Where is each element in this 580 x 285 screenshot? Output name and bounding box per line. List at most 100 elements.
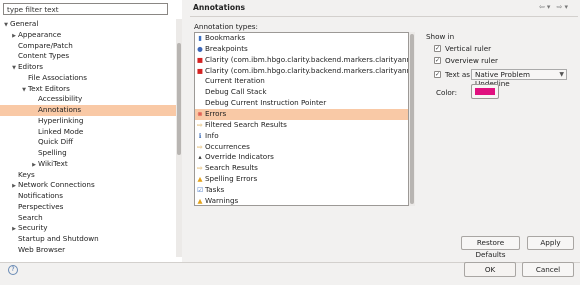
annotation-type-label: Override Indicators	[205, 152, 274, 162]
annotation-type-item[interactable]: ▲ Warnings	[195, 195, 408, 205]
chevron-down-icon: ▼	[559, 71, 564, 78]
tree-item-label: Text Editors	[28, 83, 70, 93]
title-divider	[190, 16, 578, 17]
annotation-type-item[interactable]: Debug Call Stack	[195, 87, 408, 98]
tree-item[interactable]: Linked Mode	[0, 127, 176, 138]
annotation-type-item[interactable]: ⇨ Occurrences	[195, 142, 408, 153]
annotation-type-label: Clarity (com.ibm.hbgo.clarity.backend.ma…	[205, 65, 408, 75]
text-as-checkbox[interactable]: ✓	[434, 71, 441, 78]
tree-item[interactable]: Keys	[0, 170, 176, 181]
vertical-ruler-label: Vertical ruler	[445, 44, 492, 53]
annotation-type-label: Errors	[205, 108, 227, 118]
tree-item[interactable]: ▼ Editors	[0, 62, 176, 73]
annotation-type-label: Bookmarks	[205, 33, 246, 42]
warning-icon: ▲	[197, 196, 203, 205]
help-icon[interactable]: ?	[8, 265, 18, 275]
tree-item[interactable]: Hyperlinking	[0, 116, 176, 127]
tree-item[interactable]: ▶ WikiText	[0, 159, 176, 170]
tree-item-label: Appearance	[18, 29, 62, 39]
annotation-type-label: Tasks	[205, 184, 225, 194]
tree-item[interactable]: Annotations	[0, 105, 176, 116]
annotation-type-item[interactable]: ▲ Spelling Errors	[195, 174, 408, 185]
annotation-type-item[interactable]: ℹ Info	[195, 131, 408, 142]
filter-input[interactable]	[3, 3, 168, 15]
tree-item-label: Linked Mode	[38, 126, 84, 136]
tree-item[interactable]: Startup and Shutdown	[0, 234, 176, 245]
filtered-search-icon: ⇨	[197, 120, 203, 129]
annotation-type-item[interactable]: ⇨ Search Results	[195, 163, 408, 174]
tree-item-label: Spelling	[38, 148, 67, 157]
preferences-tree: ▼ General ▶ Appearance Compare/Patch Content …	[0, 19, 176, 257]
tree-scrollbar-thumb[interactable]	[177, 43, 181, 155]
tree-item-label: Content Types	[18, 51, 70, 61]
tree-item[interactable]: ▼ Text Editors	[0, 84, 176, 95]
annotation-list-scrollbar[interactable]	[409, 32, 415, 206]
annotation-type-item[interactable]: ☑ Tasks	[195, 185, 408, 196]
tree-item[interactable]: ▼ General	[0, 19, 176, 30]
annotation-type-label: Spelling Errors	[205, 174, 258, 184]
tree-item-label: Search	[18, 212, 43, 222]
annotation-type-item[interactable]: ⇨ Filtered Search Results	[195, 120, 408, 131]
tree-item-label: Compare/Patch	[18, 40, 73, 50]
tree-item[interactable]: Web Browser	[0, 245, 176, 256]
info-icon: ℹ	[198, 131, 202, 140]
color-label: Color:	[436, 88, 458, 97]
tree-item-label: Perspectives	[18, 201, 64, 211]
tree-item[interactable]: ▶ Network Connections	[0, 180, 176, 191]
annotation-type-item[interactable]: Debug Current Instruction Pointer	[195, 98, 408, 109]
annotation-type-item[interactable]: ● Breakpoints	[195, 44, 408, 55]
annotation-type-item[interactable]: ■ Clarity (com.ibm.hbgo.clarity.backend.m…	[195, 55, 408, 66]
tree-item[interactable]: Accessibility	[0, 94, 176, 105]
annotation-type-item[interactable]: ⊗ Errors	[195, 108, 408, 120]
spelling-error-icon: ▲	[197, 175, 203, 184]
annotation-type-label: Search Results	[205, 163, 258, 173]
annotation-type-label: Debug Current Instruction Pointer	[205, 98, 327, 108]
pane-splitter[interactable]	[182, 0, 190, 262]
annotation-type-item[interactable]: ▴ Override Indicators	[195, 152, 408, 163]
tree-item-label: Quick Diff	[38, 137, 74, 147]
annotation-type-label: Debug Call Stack	[205, 87, 267, 97]
overview-ruler-checkbox[interactable]: ✓	[434, 57, 441, 64]
text-as-style-select[interactable]: Native Problem Underline ▼	[471, 69, 567, 88]
annotation-type-item[interactable]: ▮ Bookmarks	[195, 33, 408, 44]
show-in-label: Show in	[426, 32, 455, 41]
tree-item-label: Startup and Shutdown	[18, 234, 99, 243]
tree-item-label: Security	[18, 223, 48, 233]
annotation-types-list[interactable]: ▮ Bookmarks ● Breakpoints ■ Clarity (com.ibm.…	[194, 32, 409, 206]
color-picker-button[interactable]	[471, 84, 499, 99]
tree-item[interactable]: File Associations	[0, 73, 176, 84]
tree-item[interactable]: ▶ Appearance	[0, 30, 176, 41]
breakpoint-icon: ●	[197, 44, 203, 53]
tree-item-label: Network Connections	[18, 180, 95, 190]
tree-item-label: Editors	[18, 62, 44, 71]
preferences-navigation-pane: ▼General▶AppearanceCompare/PatchContent …	[0, 0, 183, 262]
tree-item[interactable]: Content Types	[0, 51, 176, 62]
annotation-type-label: Info	[205, 130, 219, 140]
tree-item[interactable]: Perspectives	[0, 202, 176, 213]
annotation-type-item[interactable]: ■ Clarity (com.ibm.hbgo.clarity.backend.m…	[195, 66, 408, 77]
annotation-type-label: Breakpoints	[205, 43, 248, 53]
tree-item[interactable]: Search	[0, 213, 176, 224]
error-icon: ⊗	[197, 109, 203, 118]
annotation-type-label: Warnings	[205, 195, 239, 205]
annotation-list-scrollbar-thumb[interactable]	[410, 34, 414, 204]
restore-defaults-button[interactable]: Restore Defaults	[461, 236, 520, 259]
tree-item-label: WikiText	[38, 158, 68, 168]
tree-item-label: Hyperlinking	[38, 115, 84, 125]
tree-item[interactable]: Spelling	[0, 148, 176, 159]
tree-item[interactable]: Notifications	[0, 191, 176, 202]
tree-item[interactable]: Quick Diff	[0, 137, 176, 148]
tree-item[interactable]: ▶ Security	[0, 223, 176, 234]
ok-button[interactable]: OK	[464, 262, 516, 277]
annotation-type-label: Current Iteration	[205, 76, 265, 86]
clarity-marker-icon: ■	[196, 55, 204, 64]
cancel-button[interactable]: Cancel	[522, 262, 574, 277]
annotation-type-item[interactable]: Current Iteration	[195, 76, 408, 87]
apply-button[interactable]: Apply	[527, 236, 574, 250]
tree-item[interactable]: Compare/Patch	[0, 41, 176, 52]
occurrences-icon: ⇨	[197, 142, 203, 151]
back-forward-icon[interactable]: ⇦▾ ⇨▾	[539, 3, 570, 11]
tree-item-label: File Associations	[28, 72, 87, 82]
overview-ruler-label: Overview ruler	[445, 56, 499, 65]
vertical-ruler-checkbox[interactable]: ✓	[434, 45, 441, 52]
